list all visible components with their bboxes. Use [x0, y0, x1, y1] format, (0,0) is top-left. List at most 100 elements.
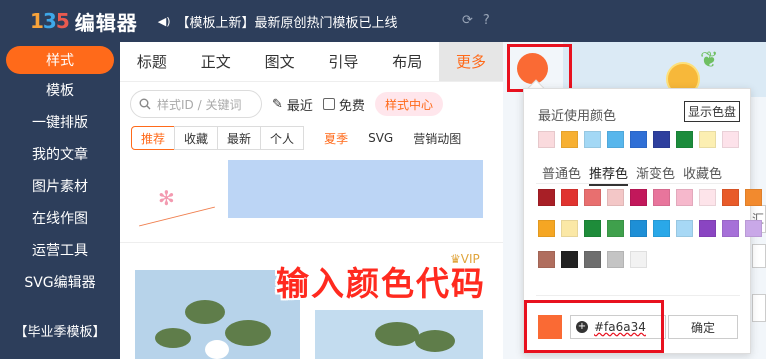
- palette-color-swatch[interactable]: [676, 189, 693, 206]
- tab-image-text[interactable]: 图文: [248, 42, 312, 81]
- app-name: 编辑器: [74, 10, 138, 35]
- palette-color-swatch[interactable]: [584, 220, 601, 237]
- tab-title[interactable]: 标题: [120, 42, 184, 81]
- category-tabs: 标题 正文 图文 引导 布局 更多: [120, 42, 503, 82]
- style-center-button[interactable]: 样式中心: [374, 92, 443, 116]
- filter-recommended[interactable]: 推荐: [131, 126, 176, 150]
- leaf-illustration: ❦: [700, 48, 719, 73]
- palette-color-swatch[interactable]: [699, 189, 716, 206]
- palette-divider: [536, 183, 740, 184]
- search-input[interactable]: 样式ID / 关键词: [130, 90, 262, 118]
- palette-color-swatch[interactable]: [630, 220, 647, 237]
- palette-color-swatch[interactable]: [538, 220, 555, 237]
- flower-decoration: ✻: [158, 186, 175, 210]
- highlight-box-hex: [524, 300, 664, 353]
- recent-colors-label: 最近使用颜色: [538, 109, 617, 124]
- palette-color-swatch[interactable]: [607, 251, 624, 268]
- show-palette-button[interactable]: 显示色盘: [684, 101, 741, 122]
- palette-color-swatch[interactable]: [630, 189, 647, 206]
- recent-color-swatch[interactable]: [630, 131, 647, 148]
- annotation-caption: 输入颜色代码: [276, 264, 486, 303]
- palette-color-swatch[interactable]: [699, 220, 716, 237]
- palette-color-swatch[interactable]: [745, 220, 762, 237]
- recent-color-swatch[interactable]: [561, 131, 578, 148]
- recent-color-swatch[interactable]: [584, 131, 601, 148]
- canvas-side-field-2[interactable]: [752, 294, 766, 322]
- sidebar-item-template[interactable]: 模板: [0, 74, 120, 106]
- sidebar-item-image-assets[interactable]: 图片素材: [0, 170, 120, 202]
- palette-color-swatch[interactable]: [561, 251, 578, 268]
- wand-icon: ✎: [272, 96, 283, 112]
- recent-filter[interactable]: ✎ 最近: [272, 95, 313, 114]
- notice-bar[interactable]: ◀) 【模板上新】最新原创热门模板已上线: [158, 12, 398, 31]
- palette-color-swatch[interactable]: [584, 251, 601, 268]
- template-card-preview[interactable]: [228, 160, 483, 218]
- palette-color-swatch[interactable]: [745, 189, 762, 206]
- logo-mark: 135: [30, 9, 70, 33]
- template-separator: [120, 242, 503, 243]
- palette-color-swatch[interactable]: [538, 251, 555, 268]
- palette-color-swatch[interactable]: [538, 189, 555, 206]
- tab-layout[interactable]: 布局: [375, 42, 439, 81]
- tab-guide[interactable]: 引导: [311, 42, 375, 81]
- palette-color-swatch[interactable]: [607, 220, 624, 237]
- palette-row: [538, 220, 762, 237]
- filter-latest[interactable]: 最新: [217, 126, 262, 150]
- palette-color-swatch[interactable]: [561, 189, 578, 206]
- free-checkbox[interactable]: [322, 98, 335, 110]
- palette-row: [538, 251, 647, 268]
- filter-svg[interactable]: SVG: [368, 131, 393, 145]
- sidebar-divider: [0, 298, 120, 308]
- palette-color-swatch[interactable]: [607, 189, 624, 206]
- filter-personal[interactable]: 个人: [260, 126, 305, 150]
- sidebar-item-ops-tools[interactable]: 运营工具: [0, 234, 120, 266]
- line-decoration: [139, 206, 215, 227]
- speaker-icon: ◀): [157, 14, 171, 28]
- palette-color-swatch[interactable]: [722, 220, 739, 237]
- popup-bottom-separator: [536, 295, 740, 296]
- palette-color-swatch[interactable]: [630, 251, 647, 268]
- recent-color-swatch[interactable]: [607, 131, 624, 148]
- sidebar-item-style[interactable]: 样式: [6, 46, 114, 74]
- palette-color-swatch[interactable]: [561, 220, 578, 237]
- palette-color-swatch[interactable]: [676, 220, 693, 237]
- help-icon[interactable]: ?: [483, 13, 490, 28]
- recent-colors-row: [538, 131, 739, 148]
- palette-color-swatch[interactable]: [722, 189, 739, 206]
- recent-color-swatch[interactable]: [699, 131, 716, 148]
- search-placeholder: 样式ID / 关键词: [157, 97, 242, 112]
- palette-color-swatch[interactable]: [653, 189, 670, 206]
- filter-summer[interactable]: 夏季: [324, 130, 348, 147]
- logo[interactable]: 135 编辑器: [30, 7, 138, 36]
- sidebar-item-graduation-template[interactable]: 【毕业季模板】: [0, 314, 120, 346]
- tab-more[interactable]: 更多: [439, 42, 503, 81]
- recent-color-swatch[interactable]: [538, 131, 555, 148]
- sidebar-item-svg-editor[interactable]: SVG编辑器: [0, 266, 120, 298]
- free-filter[interactable]: 免费: [322, 95, 365, 114]
- recent-color-swatch[interactable]: [676, 131, 693, 148]
- tab-body[interactable]: 正文: [184, 42, 248, 81]
- palette-color-swatch[interactable]: [584, 189, 601, 206]
- top-bar: 135 编辑器 ◀) 【模板上新】最新原创热门模板已上线 ⟳ ?: [0, 0, 766, 42]
- palette-row: [538, 189, 762, 206]
- sidebar-item-one-click-layout[interactable]: 一键排版: [0, 106, 120, 138]
- sidebar-item-online-design[interactable]: 在线作图: [0, 202, 120, 234]
- sidebar: 样式 模板 一键排版 我的文章 图片素材 在线作图 运营工具 SVG编辑器 【毕…: [0, 42, 120, 359]
- filter-favorites[interactable]: 收藏: [174, 126, 219, 150]
- recent-color-swatch[interactable]: [653, 131, 670, 148]
- topbar-icons: ⟳ ?: [462, 13, 490, 28]
- filter-row: 推荐 收藏 最新 个人 夏季 SVG 营销动图: [131, 126, 461, 150]
- recent-label: 最近: [286, 98, 313, 114]
- search-icon: [139, 98, 151, 110]
- sidebar-item-my-articles[interactable]: 我的文章: [0, 138, 120, 170]
- search-row: 样式ID / 关键词 ✎ 最近 免费 样式中心: [130, 90, 500, 118]
- refresh-icon[interactable]: ⟳: [462, 13, 473, 28]
- palette-color-swatch[interactable]: [653, 220, 670, 237]
- confirm-button[interactable]: 确定: [668, 315, 738, 339]
- canvas-side-field[interactable]: [752, 244, 766, 268]
- free-label: 免费: [338, 98, 365, 114]
- filter-animated[interactable]: 营销动图: [413, 130, 461, 147]
- notice-text: 【模板上新】最新原创热门模板已上线: [176, 15, 398, 31]
- template-card-photo-2[interactable]: [315, 310, 483, 359]
- recent-color-swatch[interactable]: [722, 131, 739, 148]
